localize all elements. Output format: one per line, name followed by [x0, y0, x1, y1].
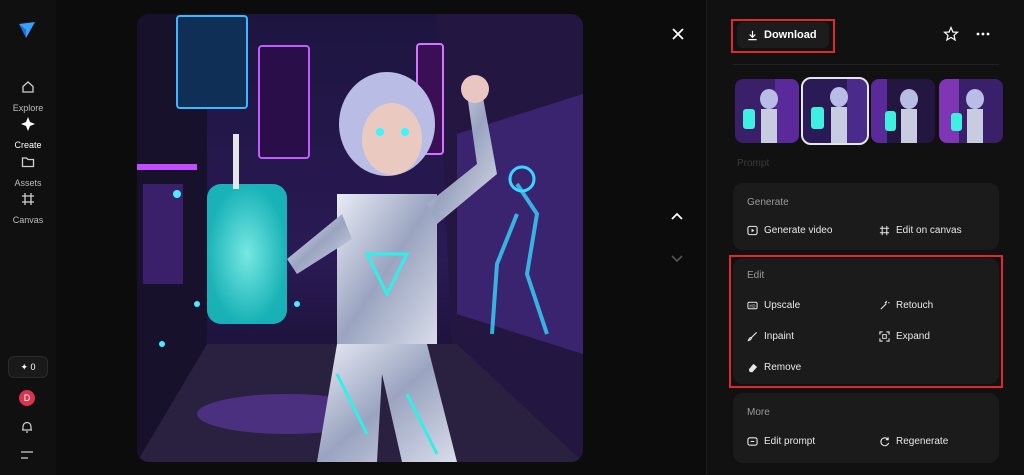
- nav-create[interactable]: Create: [0, 117, 56, 153]
- home-icon: [22, 81, 34, 93]
- variation-thumbnail-selected[interactable]: [801, 77, 869, 145]
- thumbnail-image: [871, 79, 935, 143]
- nav-create-label: Create: [14, 140, 42, 150]
- inpaint-label: Inpaint: [764, 331, 795, 342]
- credits-badge[interactable]: ✦ 0: [8, 356, 48, 378]
- inpaint-button[interactable]: Inpaint: [747, 331, 794, 342]
- thumbnail-image: [803, 79, 867, 143]
- grid-icon: [879, 225, 890, 236]
- edit-prompt-icon: [747, 437, 758, 446]
- nav-explore[interactable]: Explore: [0, 80, 56, 116]
- nav-explore-label: Explore: [12, 103, 44, 113]
- download-icon: [748, 30, 757, 40]
- generated-image-graphic: [137, 14, 583, 462]
- regenerate-button[interactable]: Regenerate: [879, 436, 948, 447]
- edit-prompt-button[interactable]: Edit prompt: [747, 436, 815, 447]
- variation-thumbnail[interactable]: [871, 79, 935, 143]
- magic-wand-icon: [880, 300, 890, 310]
- edit-card-title: Edit: [747, 270, 765, 281]
- remove-button[interactable]: Remove: [747, 362, 801, 373]
- download-label: Download: [764, 29, 817, 41]
- variation-thumbnail[interactable]: [735, 79, 799, 143]
- grid-icon: [22, 193, 34, 205]
- avatar[interactable]: D: [19, 390, 35, 406]
- edit-on-canvas-label: Edit on canvas: [896, 225, 962, 236]
- generate-card-title: Generate: [747, 197, 789, 208]
- thumbnail-image: [939, 79, 1003, 143]
- edit-on-canvas-button[interactable]: Edit on canvas: [879, 225, 962, 236]
- edit-card: Edit HD Upscale Retouch Inpaint Expand R…: [733, 258, 999, 384]
- upscale-button[interactable]: HD Upscale: [747, 300, 800, 311]
- bell-icon[interactable]: [20, 420, 34, 434]
- image-viewer: [56, 0, 706, 475]
- details-panel: Download Prompt Generate Generate video …: [706, 0, 1024, 475]
- app-logo-icon[interactable]: [17, 20, 37, 40]
- refresh-icon: [880, 437, 890, 447]
- divider: [733, 64, 999, 65]
- download-button[interactable]: Download: [737, 22, 829, 48]
- retouch-label: Retouch: [896, 300, 934, 311]
- menu-icon[interactable]: [20, 450, 34, 460]
- left-rail: Explore Create Assets Canvas ✦ 0 D: [0, 0, 56, 475]
- star-icon[interactable]: [943, 26, 959, 42]
- chevron-down-icon[interactable]: [667, 248, 687, 268]
- eraser-icon: [748, 363, 758, 373]
- nav-assets[interactable]: Assets: [0, 155, 56, 191]
- brush-icon: [747, 331, 758, 342]
- prompt-heading-faded: Prompt: [737, 158, 770, 169]
- chevron-up-icon[interactable]: [667, 206, 687, 226]
- close-icon[interactable]: [668, 24, 688, 44]
- more-options-icon[interactable]: [975, 26, 991, 42]
- hd-icon: HD: [747, 301, 758, 310]
- folder-icon: [21, 157, 35, 168]
- remove-label: Remove: [764, 362, 802, 373]
- retouch-button[interactable]: Retouch: [879, 300, 933, 311]
- nav-canvas[interactable]: Canvas: [0, 192, 56, 228]
- generate-card: Generate Generate video Edit on canvas: [733, 183, 999, 250]
- svg-text:HD: HD: [750, 303, 756, 308]
- upscale-label: Upscale: [764, 300, 801, 311]
- expand-icon: [879, 331, 890, 342]
- nav-canvas-label: Canvas: [12, 215, 44, 225]
- edit-prompt-label: Edit prompt: [764, 436, 816, 447]
- variation-thumbnail[interactable]: [939, 79, 1003, 143]
- play-icon: [747, 225, 758, 236]
- expand-label: Expand: [896, 331, 930, 342]
- regenerate-label: Regenerate: [896, 436, 949, 447]
- thumbnail-image: [735, 79, 799, 143]
- nav-assets-label: Assets: [14, 178, 42, 188]
- generated-image[interactable]: [137, 14, 583, 462]
- more-card: More Edit prompt Regenerate: [733, 393, 999, 463]
- sparkle-icon: [21, 117, 35, 131]
- generate-video-label: Generate video: [764, 225, 833, 236]
- expand-button[interactable]: Expand: [879, 331, 930, 342]
- generate-video-button[interactable]: Generate video: [747, 225, 832, 236]
- more-card-title: More: [747, 407, 770, 418]
